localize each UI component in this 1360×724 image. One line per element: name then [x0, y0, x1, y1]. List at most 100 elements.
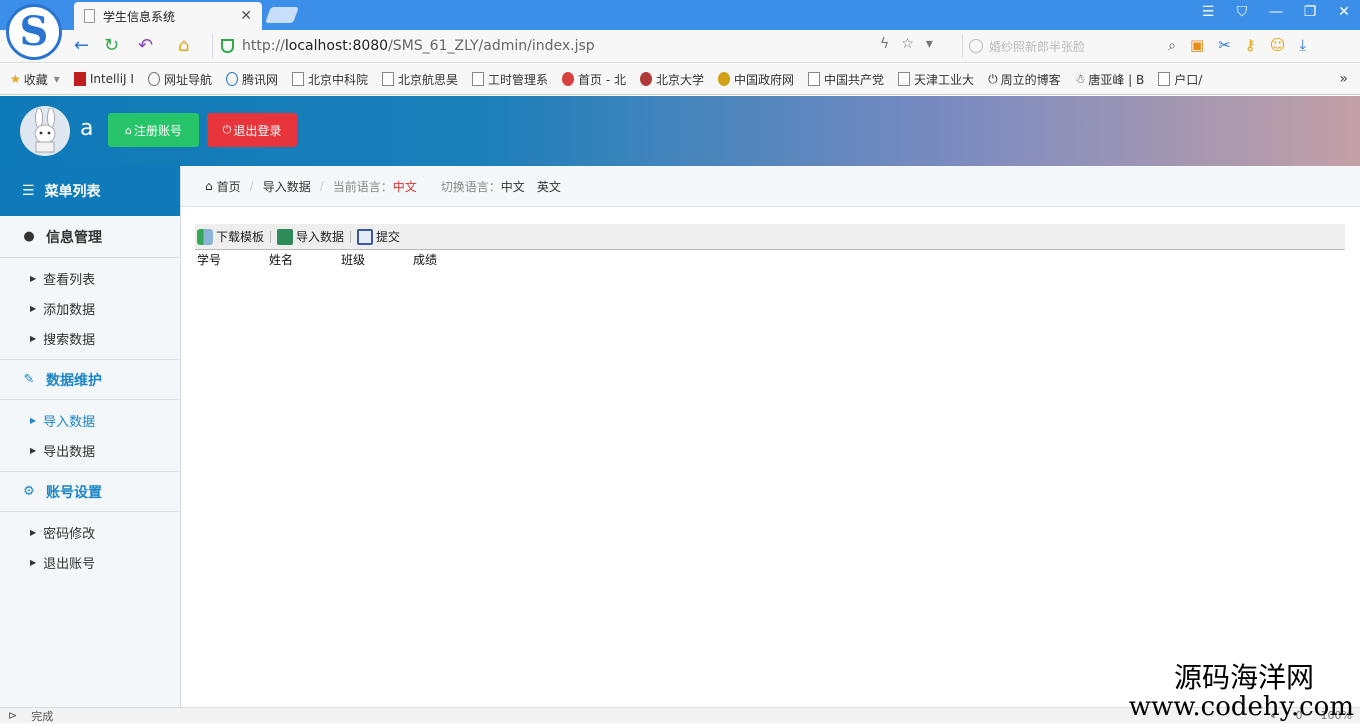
back-icon[interactable]: ←: [74, 35, 89, 57]
caret-right-icon: ▶: [30, 333, 37, 343]
power-icon: ⏻: [988, 71, 998, 86]
bookmark-item[interactable]: 中国共产党: [808, 71, 884, 88]
language-chinese-link[interactable]: 中文: [501, 178, 525, 195]
import-data-button[interactable]: 导入数据: [277, 228, 350, 245]
caret-right-icon: ▶: [30, 527, 37, 537]
window-controls: ☰ ⛉ — ❐ ✕: [1200, 4, 1352, 20]
browser-logo: S: [6, 4, 62, 60]
avatar[interactable]: [20, 106, 70, 156]
search-icon[interactable]: ⌕: [1168, 38, 1176, 54]
edit-icon: ✎: [23, 372, 35, 387]
new-tab-button[interactable]: [265, 7, 299, 23]
key-icon[interactable]: ⚷: [1245, 36, 1256, 54]
sidebar-item-logout-account[interactable]: ▶ 退出账号: [0, 547, 180, 577]
browser-titlebar: 学生信息系统 ✕ ☰ ⛉ — ❐ ✕: [0, 0, 1360, 30]
bookmark-item[interactable]: 腾讯网: [225, 71, 278, 88]
lightning-icon[interactable]: ϟ: [880, 36, 889, 52]
home-icon: ⌂: [125, 123, 132, 137]
bookmark-item[interactable]: 北京中科院: [291, 71, 368, 88]
sidebar-toggle-icon[interactable]: ⊳: [8, 709, 17, 722]
search-box[interactable]: 婚纱照新郎半张脸 ⌕: [962, 34, 1176, 58]
import-toolbar: 下载模板 导入数据 提交: [195, 224, 1345, 250]
close-window-icon[interactable]: ✕: [1336, 4, 1352, 20]
sidebar-item-add-data[interactable]: ▶ 添加数据: [0, 293, 180, 323]
restore-icon[interactable]: ❐: [1302, 4, 1318, 20]
emoji-icon[interactable]: ☺: [1270, 36, 1286, 54]
address-actions: ϟ ☆ ▾: [880, 36, 933, 52]
browser-navbar: ← ↻ ↶ ⌂ http://localhost:8080/SMS_61_ZLY…: [0, 30, 1360, 63]
search-placeholder: 婚纱照新郎半张脸: [989, 39, 1086, 54]
sidebar-group-items: ▶ 密码修改 ▶ 退出账号: [0, 512, 180, 583]
bookmark-item[interactable]: 天津工业大: [898, 71, 974, 88]
site-icon: [640, 72, 652, 86]
sidebar-item-import-data[interactable]: ▶ 导入数据: [0, 405, 180, 435]
home-icon: ⌂: [205, 179, 213, 193]
star-icon: ★: [10, 72, 21, 86]
scissors-icon[interactable]: ✂: [1218, 36, 1231, 54]
caret-right-icon: ▶: [30, 445, 37, 455]
switch-language-label: 切换语言：: [440, 179, 501, 194]
sidebar: ☰ 菜单列表 ● 信息管理 ▶ 查看列表 ▶ 添加数据 ▶ 搜索数据 ✎ 数据维护 ▶…: [0, 166, 181, 707]
home-icon[interactable]: ⌂: [178, 35, 189, 57]
caret-right-icon: ▶: [30, 415, 37, 425]
sidebar-group-info[interactable]: ● 信息管理: [0, 216, 180, 258]
bookmark-star-icon[interactable]: ☆: [901, 36, 914, 52]
status-text: 完成: [31, 709, 54, 723]
sidebar-group-account[interactable]: ⚙ 账号设置: [0, 472, 180, 512]
menu-header: ☰ 菜单列表: [0, 166, 180, 216]
bookmark-item[interactable]: 北京航思昊: [382, 71, 458, 88]
person-icon: ☃: [1074, 72, 1086, 86]
skin-icon[interactable]: ⛉: [1234, 4, 1250, 20]
gear-icon: ⚙: [23, 484, 35, 499]
page-icon: [808, 72, 821, 86]
bookmark-item[interactable]: ⏻ 周立的博客: [988, 71, 1061, 88]
app-header: a ⌂ 注册账号 ⏻ 退出登录: [0, 96, 1360, 166]
minimize-icon[interactable]: —: [1268, 4, 1284, 20]
undo-icon[interactable]: ↶: [138, 35, 153, 57]
sidebar-group-items: ▶ 查看列表 ▶ 添加数据 ▶ 搜索数据: [0, 258, 180, 360]
menu-icon[interactable]: ☰: [1200, 4, 1216, 20]
list-icon: ☰: [22, 183, 35, 199]
bookmark-item[interactable]: ☃ 唐亚峰 | B: [1075, 71, 1145, 88]
logout-button[interactable]: ⏻ 退出登录: [207, 113, 297, 147]
sidebar-item-search-data[interactable]: ▶ 搜索数据: [0, 323, 180, 353]
tencent-icon: [225, 72, 238, 86]
download-template-button[interactable]: 下载模板: [197, 228, 270, 245]
globe-icon: [147, 72, 160, 86]
register-button[interactable]: ⌂ 注册账号: [108, 113, 199, 147]
page-icon: [84, 9, 95, 23]
browser-tab[interactable]: 学生信息系统 ✕: [74, 2, 262, 30]
bookmark-item[interactable]: 工时管理系: [472, 71, 548, 88]
reload-icon[interactable]: ↻: [104, 35, 119, 57]
breadcrumb-home-link[interactable]: 首页: [217, 178, 241, 195]
page-icon: [291, 72, 304, 86]
sidebar-group-maintenance[interactable]: ✎ 数据维护: [0, 360, 180, 400]
search-engine-icon: [969, 39, 983, 53]
browser-tools: ▣ ✂ ⚷ ☺ ⤓: [1190, 36, 1306, 54]
bookmark-item[interactable]: 网址导航: [147, 71, 212, 88]
bookmark-item[interactable]: 北京大学: [640, 71, 704, 88]
dropdown-icon[interactable]: ▾: [926, 36, 933, 52]
sidebar-item-view-list[interactable]: ▶ 查看列表: [0, 263, 180, 293]
rabbit-avatar-icon: [34, 108, 56, 153]
more-bookmarks-icon[interactable]: »: [1339, 71, 1348, 87]
tab-close-icon[interactable]: ✕: [240, 8, 252, 24]
address-bar[interactable]: http://localhost:8080/SMS_61_ZLY/admin/i…: [212, 34, 952, 58]
page-icon: [1158, 72, 1171, 86]
download-icon[interactable]: ⤓: [1299, 36, 1306, 54]
bookmark-item[interactable]: 户口/: [1158, 71, 1202, 88]
sidebar-item-change-password[interactable]: ▶ 密码修改: [0, 517, 180, 547]
bookmark-item[interactable]: ★ 收藏 ▾: [10, 71, 60, 88]
bookmark-item[interactable]: 首页 - 北: [562, 71, 626, 88]
watermark: 源码海洋网 www.codehy.com: [1128, 661, 1354, 722]
sidebar-item-export-data[interactable]: ▶ 导出数据: [0, 435, 180, 465]
submit-button[interactable]: 提交: [357, 228, 406, 245]
breadcrumb-current: 导入数据: [262, 179, 311, 194]
bookmark-item[interactable]: 中国政府网: [718, 71, 794, 88]
language-english-link[interactable]: 英文: [537, 178, 561, 195]
breadcrumb: ⌂ 首页 / 导入数据 / 当前语言： 中文 切换语言： 中文 英文: [181, 166, 1360, 207]
tab-title: 学生信息系统: [103, 9, 176, 24]
page-icon: [898, 72, 911, 86]
bookmark-item[interactable]: IntelliJ I: [73, 72, 134, 86]
extension-icon[interactable]: ▣: [1190, 36, 1204, 54]
